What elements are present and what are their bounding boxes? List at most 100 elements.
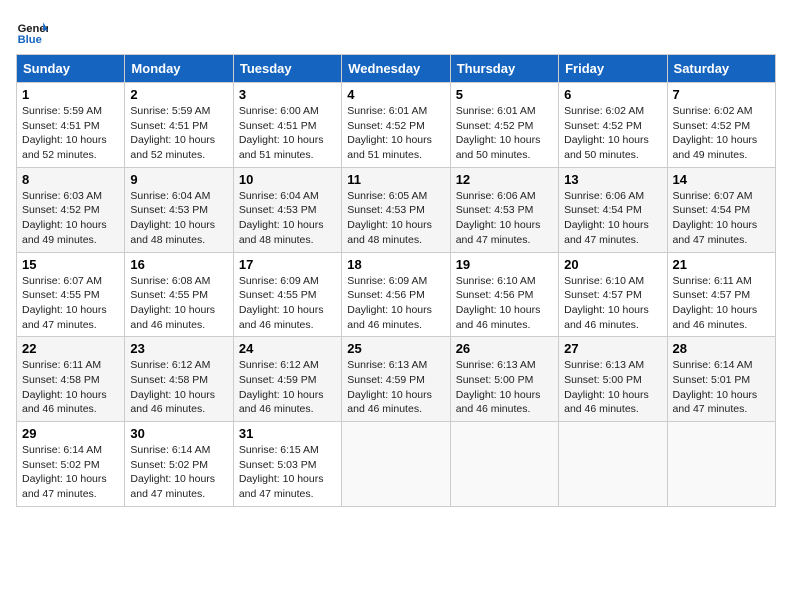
day-info: Sunrise: 6:03 AMSunset: 4:52 PMDaylight:… bbox=[22, 190, 107, 246]
day-number: 27 bbox=[564, 341, 661, 356]
calendar-cell: 25 Sunrise: 6:13 AMSunset: 4:59 PMDayligh… bbox=[342, 337, 450, 422]
calendar-cell: 23 Sunrise: 6:12 AMSunset: 4:58 PMDayligh… bbox=[125, 337, 233, 422]
day-info: Sunrise: 6:11 AMSunset: 4:58 PMDaylight:… bbox=[22, 359, 107, 415]
day-number: 13 bbox=[564, 172, 661, 187]
day-number: 6 bbox=[564, 87, 661, 102]
day-info: Sunrise: 6:12 AMSunset: 4:58 PMDaylight:… bbox=[130, 359, 215, 415]
day-number: 25 bbox=[347, 341, 444, 356]
day-number: 4 bbox=[347, 87, 444, 102]
day-number: 30 bbox=[130, 426, 227, 441]
svg-text:Blue: Blue bbox=[18, 34, 42, 46]
calendar-cell bbox=[667, 422, 775, 507]
day-info: Sunrise: 6:13 AMSunset: 5:00 PMDaylight:… bbox=[456, 359, 541, 415]
calendar-cell bbox=[342, 422, 450, 507]
calendar-cell: 6 Sunrise: 6:02 AMSunset: 4:52 PMDaylight… bbox=[559, 83, 667, 168]
day-info: Sunrise: 6:11 AMSunset: 4:57 PMDaylight:… bbox=[673, 275, 758, 331]
day-info: Sunrise: 6:07 AMSunset: 4:54 PMDaylight:… bbox=[673, 190, 758, 246]
day-info: Sunrise: 6:10 AMSunset: 4:56 PMDaylight:… bbox=[456, 275, 541, 331]
calendar-cell: 22 Sunrise: 6:11 AMSunset: 4:58 PMDayligh… bbox=[17, 337, 125, 422]
day-info: Sunrise: 5:59 AMSunset: 4:51 PMDaylight:… bbox=[22, 105, 107, 161]
day-number: 18 bbox=[347, 257, 444, 272]
day-number: 11 bbox=[347, 172, 444, 187]
day-info: Sunrise: 6:13 AMSunset: 5:00 PMDaylight:… bbox=[564, 359, 649, 415]
logo-icon: General Blue bbox=[16, 16, 48, 48]
calendar-cell: 4 Sunrise: 6:01 AMSunset: 4:52 PMDaylight… bbox=[342, 83, 450, 168]
day-number: 8 bbox=[22, 172, 119, 187]
calendar-cell: 20Sunrise: 6:10 AMSunset: 4:57 PMDayligh… bbox=[559, 252, 667, 337]
day-number: 29 bbox=[22, 426, 119, 441]
col-header-monday: Monday bbox=[125, 55, 233, 83]
day-number: 2 bbox=[130, 87, 227, 102]
calendar-cell: 5 Sunrise: 6:01 AMSunset: 4:52 PMDaylight… bbox=[450, 83, 558, 168]
day-info: Sunrise: 6:06 AMSunset: 4:53 PMDaylight:… bbox=[456, 190, 541, 246]
day-info: Sunrise: 6:04 AMSunset: 4:53 PMDaylight:… bbox=[130, 190, 215, 246]
day-info: Sunrise: 6:01 AMSunset: 4:52 PMDaylight:… bbox=[347, 105, 432, 161]
calendar-cell: 17 Sunrise: 6:09 AMSunset: 4:55 PMDayligh… bbox=[233, 252, 341, 337]
col-header-tuesday: Tuesday bbox=[233, 55, 341, 83]
header: General Blue bbox=[16, 16, 776, 48]
day-info: Sunrise: 6:07 AMSunset: 4:55 PMDaylight:… bbox=[22, 275, 107, 331]
day-info: Sunrise: 6:02 AMSunset: 4:52 PMDaylight:… bbox=[673, 105, 758, 161]
day-number: 3 bbox=[239, 87, 336, 102]
col-header-friday: Friday bbox=[559, 55, 667, 83]
col-header-saturday: Saturday bbox=[667, 55, 775, 83]
day-number: 10 bbox=[239, 172, 336, 187]
calendar-table: SundayMondayTuesdayWednesdayThursdayFrid… bbox=[16, 54, 776, 507]
calendar-cell: 26 Sunrise: 6:13 AMSunset: 5:00 PMDayligh… bbox=[450, 337, 558, 422]
calendar-cell: 12 Sunrise: 6:06 AMSunset: 4:53 PMDayligh… bbox=[450, 167, 558, 252]
day-info: Sunrise: 6:13 AMSunset: 4:59 PMDaylight:… bbox=[347, 359, 432, 415]
day-info: Sunrise: 6:09 AMSunset: 4:56 PMDaylight:… bbox=[347, 275, 432, 331]
day-number: 20 bbox=[564, 257, 661, 272]
calendar-cell: 14 Sunrise: 6:07 AMSunset: 4:54 PMDayligh… bbox=[667, 167, 775, 252]
calendar-cell: 1 Sunrise: 5:59 AMSunset: 4:51 PMDaylight… bbox=[17, 83, 125, 168]
logo: General Blue bbox=[16, 16, 52, 48]
day-number: 5 bbox=[456, 87, 553, 102]
day-info: Sunrise: 6:09 AMSunset: 4:55 PMDaylight:… bbox=[239, 275, 324, 331]
day-info: Sunrise: 6:14 AMSunset: 5:02 PMDaylight:… bbox=[22, 444, 107, 500]
day-number: 26 bbox=[456, 341, 553, 356]
calendar-cell: 2 Sunrise: 5:59 AMSunset: 4:51 PMDaylight… bbox=[125, 83, 233, 168]
calendar-cell: 24 Sunrise: 6:12 AMSunset: 4:59 PMDayligh… bbox=[233, 337, 341, 422]
day-info: Sunrise: 6:02 AMSunset: 4:52 PMDaylight:… bbox=[564, 105, 649, 161]
day-number: 1 bbox=[22, 87, 119, 102]
day-info: Sunrise: 6:00 AMSunset: 4:51 PMDaylight:… bbox=[239, 105, 324, 161]
day-info: Sunrise: 6:14 AMSunset: 5:02 PMDaylight:… bbox=[130, 444, 215, 500]
day-number: 12 bbox=[456, 172, 553, 187]
day-number: 24 bbox=[239, 341, 336, 356]
calendar-cell: 10 Sunrise: 6:04 AMSunset: 4:53 PMDayligh… bbox=[233, 167, 341, 252]
day-number: 15 bbox=[22, 257, 119, 272]
day-number: 17 bbox=[239, 257, 336, 272]
day-number: 19 bbox=[456, 257, 553, 272]
calendar-cell: 31 Sunrise: 6:15 AMSunset: 5:03 PMDayligh… bbox=[233, 422, 341, 507]
day-number: 28 bbox=[673, 341, 770, 356]
calendar-cell: 13Sunrise: 6:06 AMSunset: 4:54 PMDayligh… bbox=[559, 167, 667, 252]
calendar-cell: 28 Sunrise: 6:14 AMSunset: 5:01 PMDayligh… bbox=[667, 337, 775, 422]
calendar-cell: 9 Sunrise: 6:04 AMSunset: 4:53 PMDaylight… bbox=[125, 167, 233, 252]
calendar-cell: 3 Sunrise: 6:00 AMSunset: 4:51 PMDaylight… bbox=[233, 83, 341, 168]
col-header-thursday: Thursday bbox=[450, 55, 558, 83]
day-number: 14 bbox=[673, 172, 770, 187]
calendar-cell: 16Sunrise: 6:08 AMSunset: 4:55 PMDayligh… bbox=[125, 252, 233, 337]
calendar-cell: 11Sunrise: 6:05 AMSunset: 4:53 PMDayligh… bbox=[342, 167, 450, 252]
calendar-cell: 30 Sunrise: 6:14 AMSunset: 5:02 PMDayligh… bbox=[125, 422, 233, 507]
day-info: Sunrise: 6:12 AMSunset: 4:59 PMDaylight:… bbox=[239, 359, 324, 415]
day-number: 16 bbox=[130, 257, 227, 272]
day-info: Sunrise: 6:01 AMSunset: 4:52 PMDaylight:… bbox=[456, 105, 541, 161]
day-number: 7 bbox=[673, 87, 770, 102]
calendar-cell bbox=[450, 422, 558, 507]
day-info: Sunrise: 6:04 AMSunset: 4:53 PMDaylight:… bbox=[239, 190, 324, 246]
day-number: 22 bbox=[22, 341, 119, 356]
day-number: 21 bbox=[673, 257, 770, 272]
calendar-cell: 18 Sunrise: 6:09 AMSunset: 4:56 PMDayligh… bbox=[342, 252, 450, 337]
day-number: 9 bbox=[130, 172, 227, 187]
calendar-cell: 21 Sunrise: 6:11 AMSunset: 4:57 PMDayligh… bbox=[667, 252, 775, 337]
day-info: Sunrise: 6:14 AMSunset: 5:01 PMDaylight:… bbox=[673, 359, 758, 415]
calendar-cell: 7 Sunrise: 6:02 AMSunset: 4:52 PMDaylight… bbox=[667, 83, 775, 168]
calendar-cell bbox=[559, 422, 667, 507]
calendar-cell: 8 Sunrise: 6:03 AMSunset: 4:52 PMDaylight… bbox=[17, 167, 125, 252]
day-info: Sunrise: 6:15 AMSunset: 5:03 PMDaylight:… bbox=[239, 444, 324, 500]
day-number: 31 bbox=[239, 426, 336, 441]
day-number: 23 bbox=[130, 341, 227, 356]
col-header-wednesday: Wednesday bbox=[342, 55, 450, 83]
day-info: Sunrise: 5:59 AMSunset: 4:51 PMDaylight:… bbox=[130, 105, 215, 161]
